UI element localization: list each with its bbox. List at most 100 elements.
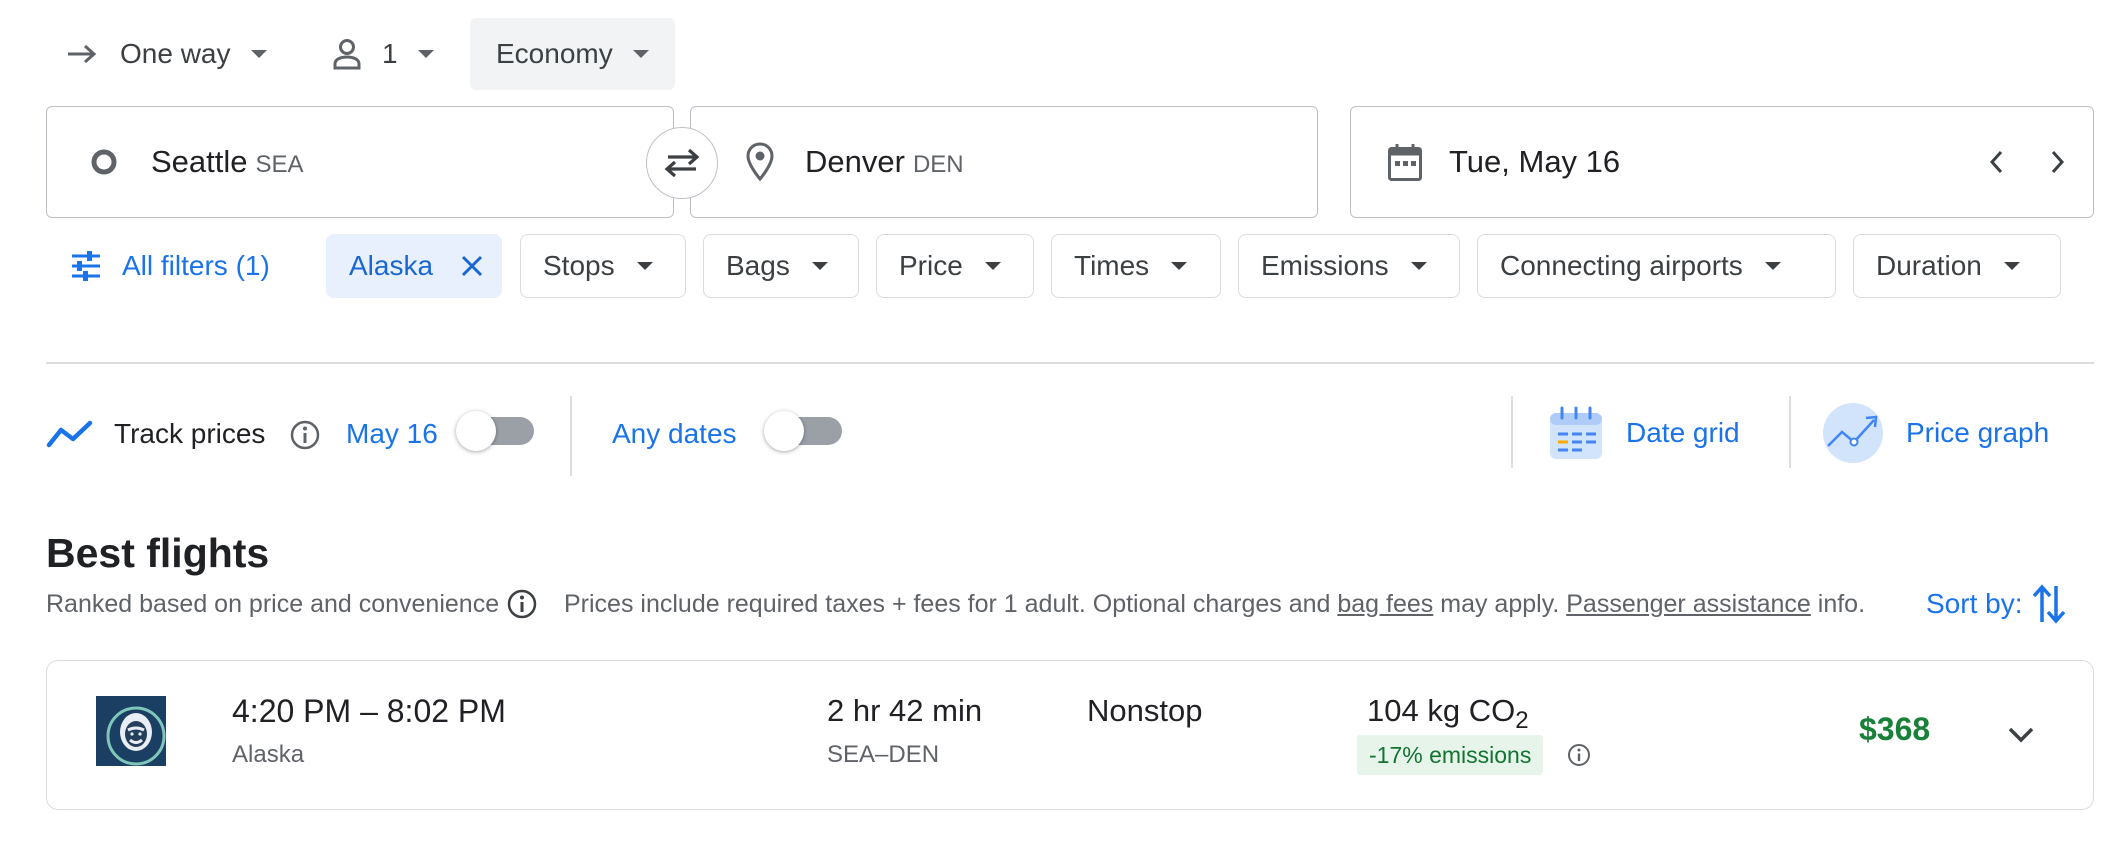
chevron-right-icon [2050,149,2066,175]
next-date-button[interactable] [2040,144,2076,180]
trend-line-icon [46,418,94,450]
chevron-down-icon [1171,262,1188,270]
info-icon[interactable] [289,419,321,451]
cabin-class-select[interactable]: Economy [470,18,675,90]
toggle-knob [456,411,496,451]
prices-note-suffix: info. [1817,590,1866,618]
chip-bags-label: Bags [726,250,790,281]
chip-connecting-airports[interactable]: Connecting airports [1477,234,1836,298]
chip-price[interactable]: Price [876,234,1034,298]
date-grid-icon [1548,405,1604,461]
chip-alaska-label: Alaska [349,250,434,281]
chip-price-label: Price [899,250,963,281]
calendar-icon [1387,142,1423,182]
chevron-down-icon [984,262,1001,270]
chip-times-label: Times [1074,250,1150,281]
destination-code: DEN [912,151,964,178]
track-date-label: May 16 [346,418,438,449]
chip-bags[interactable]: Bags [703,234,859,298]
prices-note-middle: may apply. [1440,590,1560,618]
emissions-badge: -17% emissions [1357,735,1544,775]
cabin-class-label: Economy [496,38,613,69]
passenger-select[interactable]: 1 [316,18,450,90]
flight-stops: Nonstop [1087,693,1203,728]
toggle-knob [764,411,804,451]
info-icon[interactable] [506,588,538,620]
prices-note: Prices include required taxes + fees for… [564,590,1865,619]
flight-result-card[interactable]: 4:20 PM – 8:02 PM Alaska 2 hr 42 min SEA… [46,660,2094,810]
emissions-value: 104 kg CO [1367,693,1516,728]
person-icon [332,38,362,70]
chip-times[interactable]: Times [1051,234,1221,298]
divider [570,396,572,476]
trip-type-label: One way [120,38,231,69]
price-graph-button[interactable]: Price graph [1822,402,2049,464]
chip-stops-label: Stops [543,250,615,281]
any-dates-toggle[interactable] [764,411,842,451]
chevron-down-icon [632,50,649,58]
ranked-note: Ranked based on price and convenience [46,590,500,618]
chip-duration-label: Duration [1876,250,1982,281]
passenger-assistance-link[interactable]: Passenger assistance [1566,590,1811,618]
date-grid-button[interactable]: Date grid [1548,402,1740,464]
chevron-down-icon [250,50,267,58]
track-prices-label: Track prices [114,418,266,449]
chip-stops[interactable]: Stops [520,234,686,298]
swap-locations-button[interactable] [646,127,718,199]
flight-price: $368 [1859,711,1931,747]
alaska-airlines-logo [96,696,166,766]
divider [1511,396,1513,468]
chevron-down-icon [2007,726,2035,744]
arrow-right-icon [66,42,98,66]
chip-emissions[interactable]: Emissions [1238,234,1460,298]
price-graph-label: Price graph [1906,417,2050,448]
emissions-subscript: 2 [1515,707,1529,735]
swap-icon [662,146,702,180]
chevron-down-icon [417,50,434,58]
chip-emissions-label: Emissions [1261,250,1389,281]
bag-fees-link[interactable]: bag fees [1337,590,1433,618]
chip-alaska[interactable]: Alaska [326,234,502,298]
divider [1789,396,1791,468]
flight-route: SEA–DEN [827,741,940,768]
destination-city: Denver [805,144,905,179]
sort-arrows-icon [2032,582,2066,626]
track-prices-toggle[interactable] [456,411,534,451]
trip-type-select[interactable]: One way [50,18,283,90]
previous-date-button[interactable] [1978,144,2014,180]
chip-connecting-airports-label: Connecting airports [1500,250,1743,281]
price-graph-icon [1822,402,1884,464]
chevron-left-icon [1988,149,2004,175]
chevron-down-icon [1410,262,1427,270]
best-flights-title: Best flights [46,530,270,576]
location-pin-icon [745,142,775,182]
chevron-down-icon [811,262,828,270]
all-filters-button[interactable]: All filters (1) [70,234,270,298]
chevron-down-icon [2003,262,2020,270]
sort-label: Sort by: [1926,588,2023,619]
chip-duration[interactable]: Duration [1853,234,2061,298]
origin-code: SEA [255,151,304,178]
any-dates-label: Any dates [612,418,737,449]
filter-sliders-icon [70,251,102,281]
close-icon[interactable] [461,255,483,277]
info-icon[interactable] [1567,743,1591,767]
flight-duration: 2 hr 42 min [827,693,983,728]
flight-emissions: 104 kg CO2 [1367,693,1529,735]
flight-times: 4:20 PM – 8:02 PM [232,693,506,729]
date-grid-label: Date grid [1626,417,1740,448]
chevron-down-icon [1764,262,1781,270]
passenger-count: 1 [382,38,398,69]
sort-button[interactable]: Sort by: [1926,582,2066,626]
all-filters-label: All filters (1) [122,250,270,281]
prices-note-prefix: Prices include required taxes + fees for… [564,590,1331,618]
expand-details-button[interactable] [1999,713,2043,757]
chevron-down-icon [636,262,653,270]
destination-field[interactable]: Denver DEN [690,106,1318,218]
flight-airline: Alaska [232,741,305,768]
origin-circle-icon [89,147,119,177]
origin-city: Seattle [151,144,248,179]
departure-date: Tue, May 16 [1449,144,1621,179]
origin-field[interactable]: Seattle SEA [46,106,674,218]
section-divider [46,362,2094,364]
